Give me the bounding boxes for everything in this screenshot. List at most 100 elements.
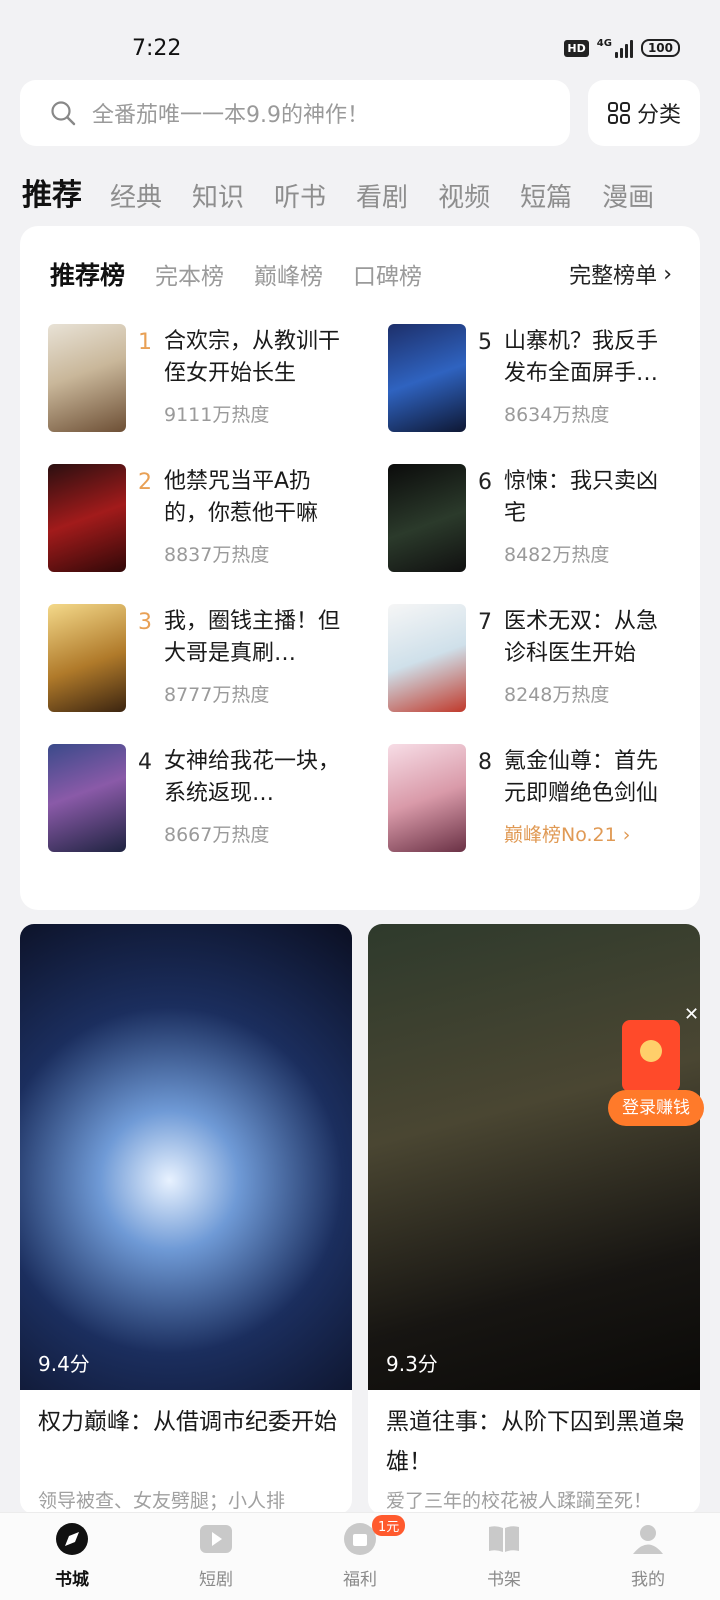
ranking-item[interactable]: 1 合欢宗，从教训干侄女开始长生 9111万热度	[48, 324, 368, 436]
tab-audiobook[interactable]: 听书	[274, 177, 326, 214]
ranking-item[interactable]: 3 我，圈钱主播！但大哥是真刷… 8777万热度	[48, 604, 368, 716]
person-icon	[633, 1525, 663, 1554]
grid-icon	[607, 102, 630, 124]
book-title: 合欢宗，从教训干侄女开始长生	[164, 329, 341, 386]
nav-item-welfare[interactable]: 1元 福利	[288, 1513, 432, 1600]
book-title: 山寨机？我反手发布全面屏手…	[504, 329, 659, 386]
heat-count: 9111万热度	[164, 404, 270, 426]
tab-short[interactable]: 短篇	[520, 177, 572, 214]
signal-icon: 4G	[597, 38, 633, 58]
book-cover	[388, 324, 466, 432]
heat-count: 8634万热度	[504, 404, 610, 426]
book-score: 9.3分	[386, 1352, 438, 1376]
book-title: 权力巅峰：从借调市纪委开始	[38, 1409, 337, 1435]
tab-knowledge[interactable]: 知识	[192, 177, 244, 214]
tab-drama[interactable]: 看剧	[356, 177, 408, 214]
search-icon	[51, 101, 76, 126]
red-envelope-icon	[622, 1020, 680, 1092]
featured-book-card[interactable]: 9.3分 黑道往事：从阶下囚到黑道枭雄！ 爱了三年的校花被人蹂躏至死！	[368, 924, 700, 1514]
book-title: 女神给我花一块，系统返现…	[164, 749, 341, 806]
rank-number: 2	[138, 470, 152, 495]
top-tabs: 推荐 经典 知识 听书 看剧 视频 短篇 漫画	[22, 162, 712, 214]
hd-icon: HD	[564, 39, 589, 57]
ranking-item[interactable]: 7 医术无双：从急诊科医生开始 8248万热度	[388, 604, 688, 716]
full-ranking-label: 完整榜单	[569, 264, 658, 289]
peak-rank-link[interactable]: 巅峰榜No.21 ›	[504, 820, 630, 847]
ranking-tab-completed[interactable]: 完本榜	[155, 257, 224, 291]
play-icon	[200, 1525, 232, 1553]
peak-rank-label: 巅峰榜No.21	[504, 824, 617, 846]
nav-label: 书架	[487, 1570, 521, 1590]
book-description: 领导被查、女友劈腿；小人排	[38, 1490, 286, 1512]
book-cover	[20, 924, 352, 1390]
nav-item-bookshelf[interactable]: 书架	[432, 1513, 576, 1600]
search-placeholder: 全番茄唯一一本9.9的神作！	[92, 103, 369, 128]
nav-label: 短剧	[199, 1570, 233, 1590]
book-cover	[388, 604, 466, 712]
nav-label: 我的	[631, 1570, 665, 1590]
book-cover	[48, 744, 126, 852]
nav-item-profile[interactable]: 我的	[576, 1513, 720, 1600]
network-type: 4G	[596, 38, 612, 49]
ranking-tab-peak[interactable]: 巅峰榜	[254, 257, 323, 291]
category-label: 分类	[636, 103, 681, 128]
status-time: 7:22	[132, 36, 182, 61]
ranking-item[interactable]: 5 山寨机？我反手发布全面屏手… 8634万热度	[388, 324, 688, 436]
nav-item-bookstore[interactable]: 书城	[0, 1513, 144, 1600]
ranking-card: 推荐榜 完本榜 巅峰榜 口碑榜 完整榜单 › 1 合欢宗，从教训干侄女开始长生 …	[20, 226, 700, 910]
book-description: 爱了三年的校花被人蹂躏至死！	[386, 1490, 653, 1512]
nav-label: 福利	[343, 1570, 377, 1590]
rank-number: 6	[478, 470, 492, 495]
book-cover	[388, 744, 466, 852]
heat-count: 8777万热度	[164, 684, 270, 706]
book-icon	[489, 1526, 519, 1552]
chevron-right-icon: ›	[663, 261, 672, 287]
book-cover	[48, 324, 126, 432]
rank-number: 3	[138, 610, 152, 635]
book-score: 9.4分	[38, 1352, 90, 1376]
book-cover	[388, 464, 466, 572]
book-title: 惊悚：我只卖凶宅	[504, 469, 659, 526]
book-title: 氪金仙尊：首先元即赠绝色剑仙	[504, 749, 659, 806]
tab-comics[interactable]: 漫画	[602, 177, 654, 214]
nav-item-short-drama[interactable]: 短剧	[144, 1513, 288, 1600]
book-cover	[48, 604, 126, 712]
tab-classic[interactable]: 经典	[110, 177, 162, 214]
tab-recommend[interactable]: 推荐	[22, 170, 82, 214]
login-reward-button[interactable]: 登录赚钱	[608, 1020, 708, 1130]
book-title: 他禁咒当平A扔的，你惹他干嘛	[164, 469, 319, 526]
book-cover	[368, 924, 700, 1390]
full-ranking-link[interactable]: 完整榜单 ›	[569, 258, 672, 290]
rank-number: 7	[478, 610, 492, 635]
book-title: 黑道往事：从阶下囚到黑道枭雄！	[386, 1409, 685, 1475]
status-bar: 7:22 HD 4G 100	[0, 0, 720, 70]
bottom-nav: 书城 短剧 1元 福利 书架 我的	[0, 1512, 720, 1600]
heat-count: 8837万热度	[164, 544, 270, 566]
ranking-item[interactable]: 2 他禁咒当平A扔的，你惹他干嘛 8837万热度	[48, 464, 368, 576]
ranking-item[interactable]: 4 女神给我花一块，系统返现… 8667万热度	[48, 744, 368, 856]
search-input[interactable]: 全番茄唯一一本9.9的神作！	[20, 80, 570, 146]
book-title: 我，圈钱主播！但大哥是真刷…	[164, 609, 341, 666]
rank-number: 5	[478, 330, 492, 355]
featured-book-card[interactable]: 9.4分 权力巅峰：从借调市纪委开始 领导被查、女友劈腿；小人排	[20, 924, 352, 1514]
heat-count: 8248万热度	[504, 684, 610, 706]
compass-icon	[56, 1523, 88, 1555]
ranking-item[interactable]: 6 惊悚：我只卖凶宅 8482万热度	[388, 464, 688, 576]
welfare-badge: 1元	[372, 1515, 406, 1536]
tab-video[interactable]: 视频	[438, 177, 490, 214]
category-button[interactable]: 分类	[588, 80, 700, 146]
nav-label: 书城	[55, 1570, 89, 1590]
rank-number: 1	[138, 330, 152, 355]
heat-count: 8482万热度	[504, 544, 610, 566]
battery-icon: 100	[640, 39, 680, 57]
ranking-tab-recommend[interactable]: 推荐榜	[50, 256, 125, 292]
ranking-tabs: 推荐榜 完本榜 巅峰榜 口碑榜	[50, 256, 452, 292]
heat-count: 8667万热度	[164, 824, 270, 846]
ranking-item[interactable]: 8 氪金仙尊：首先元即赠绝色剑仙 巅峰榜No.21 ›	[388, 744, 688, 856]
login-reward-label: 登录赚钱	[608, 1090, 704, 1126]
rank-number: 4	[138, 750, 152, 775]
rank-number: 8	[478, 750, 492, 775]
book-cover	[48, 464, 126, 572]
ranking-tab-reputation[interactable]: 口碑榜	[353, 257, 422, 291]
status-icons: HD 4G 100	[564, 38, 680, 58]
